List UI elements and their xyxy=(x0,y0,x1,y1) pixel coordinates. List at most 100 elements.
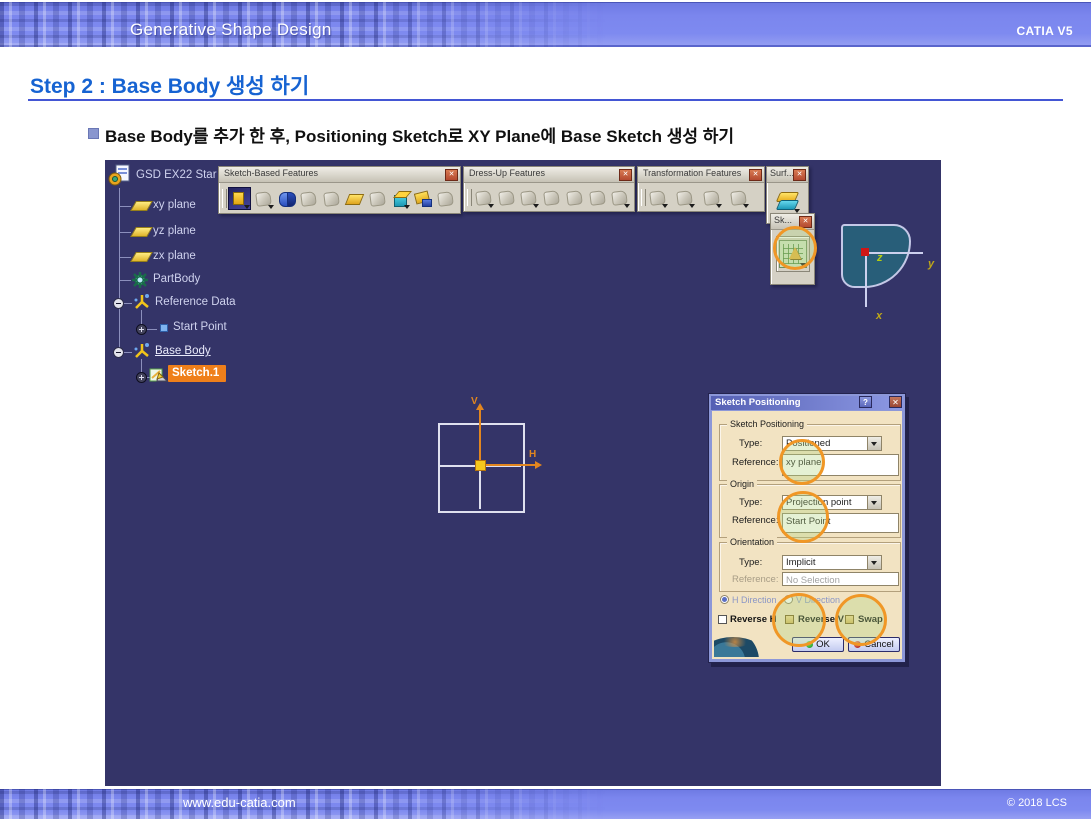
chevron-down-icon[interactable] xyxy=(867,437,881,450)
chevron-down-icon[interactable] xyxy=(867,496,881,509)
translation-icon[interactable] xyxy=(647,187,668,208)
toolbar-title[interactable]: Transformation Features ✕ xyxy=(638,167,764,183)
point-icon[interactable] xyxy=(160,324,168,332)
close-icon[interactable]: ✕ xyxy=(445,169,458,181)
thickness-icon[interactable] xyxy=(564,187,585,208)
reverse-h-checkbox[interactable] xyxy=(718,615,727,624)
mirror-icon[interactable] xyxy=(674,187,695,208)
shaft-icon[interactable] xyxy=(276,188,297,209)
thread-icon[interactable] xyxy=(587,187,608,208)
footer-site-link[interactable]: www.edu-catia.com xyxy=(183,795,296,810)
dropdown-arrow-icon[interactable] xyxy=(716,204,722,208)
toolbar-grip[interactable] xyxy=(222,189,227,208)
solid-combine-icon[interactable] xyxy=(435,188,456,209)
dropdown-arrow-icon[interactable] xyxy=(268,205,274,209)
toolbar-title[interactable]: Surf... ✕ xyxy=(767,167,808,183)
tree-collapse-handle[interactable] xyxy=(113,298,124,309)
rectangular-pattern-icon[interactable] xyxy=(701,187,722,208)
tree-root-label[interactable]: GSD EX22 Star xyxy=(136,169,217,181)
toolbar-grip[interactable] xyxy=(467,189,472,206)
edge-fillet-icon[interactable] xyxy=(473,187,494,208)
highlight-circle-swap xyxy=(835,594,887,646)
toolbar-title-label: Surf... xyxy=(770,168,794,178)
plane-icon[interactable] xyxy=(130,227,153,237)
close-icon[interactable]: ✕ xyxy=(889,396,902,408)
sketch-icon[interactable] xyxy=(149,365,169,385)
dropdown-arrow-icon[interactable] xyxy=(662,204,668,208)
toolbar-title-label: Dress-Up Features xyxy=(469,168,545,178)
tree-child-line xyxy=(141,359,142,373)
bullet-marker xyxy=(88,128,99,139)
tree-stub xyxy=(119,232,131,233)
tree-item-sketch1[interactable]: Sketch.1 xyxy=(172,367,219,379)
tree-stub xyxy=(119,206,131,207)
dropdown-arrow-icon[interactable] xyxy=(488,204,494,208)
reference-label: Reference: xyxy=(732,515,778,526)
part-document-icon[interactable] xyxy=(108,164,131,187)
tree-expand-handle[interactable] xyxy=(136,372,147,383)
h-direction-label: H Direction xyxy=(732,595,777,605)
dropdown-arrow-icon[interactable] xyxy=(624,204,630,208)
reverse-h-label: Reverse H xyxy=(730,614,776,625)
remove-face-icon[interactable] xyxy=(609,187,630,208)
surface-extrude-icon[interactable] xyxy=(774,189,800,213)
shell-icon[interactable] xyxy=(541,187,562,208)
hole-icon[interactable] xyxy=(321,188,342,209)
plane-icon[interactable] xyxy=(130,201,153,211)
dialog-titlebar[interactable]: Sketch Positioning xyxy=(711,396,903,410)
tree-stub xyxy=(124,303,132,304)
orientation-type-select[interactable]: Implicit xyxy=(782,555,882,570)
compass-x-label: x xyxy=(876,310,882,322)
dropdown-arrow-icon[interactable] xyxy=(533,204,539,208)
pad-icon[interactable] xyxy=(228,187,251,210)
geometrical-set-icon[interactable] xyxy=(132,292,152,312)
sketch-origin-point[interactable] xyxy=(475,460,486,471)
h-direction-radio[interactable] xyxy=(720,595,729,604)
selected-value: Implicit xyxy=(786,557,816,568)
help-icon[interactable]: ? xyxy=(859,396,872,408)
tree-item-base-body[interactable]: Base Body xyxy=(155,345,211,357)
orientation-reference-field: No Selection xyxy=(782,572,899,586)
page-title: Step 2 : Base Body 생성 하기 xyxy=(30,70,309,100)
dropdown-arrow-icon[interactable] xyxy=(743,204,749,208)
plane-icon[interactable] xyxy=(130,252,153,262)
close-icon[interactable]: ✕ xyxy=(749,169,762,181)
field-value: No Selection xyxy=(786,575,840,586)
title-underline xyxy=(28,99,1063,101)
tree-item-reference-data[interactable]: Reference Data xyxy=(155,296,236,308)
tree-item-start-point[interactable]: Start Point xyxy=(173,321,227,333)
tree-item-zx-plane[interactable]: zx plane xyxy=(153,250,196,262)
draft-icon[interactable] xyxy=(518,187,539,208)
close-icon[interactable]: ✕ xyxy=(793,169,806,181)
sketch-h-axis xyxy=(481,464,536,466)
tree-trunk-line xyxy=(119,188,120,353)
rib-icon[interactable] xyxy=(344,188,365,209)
pocket-icon[interactable] xyxy=(253,188,274,209)
compass-origin-handle[interactable] xyxy=(861,248,869,256)
tree-expand-handle[interactable] xyxy=(136,324,147,335)
toolbar-grip[interactable] xyxy=(641,189,646,206)
dropdown-arrow-icon[interactable] xyxy=(244,205,250,209)
tree-item-yz-plane[interactable]: yz plane xyxy=(153,225,196,237)
tree-item-partbody[interactable]: PartBody xyxy=(153,273,200,285)
highlight-circle-positioned-sketch xyxy=(773,226,817,270)
geometrical-set-icon[interactable] xyxy=(132,341,152,361)
dropdown-arrow-icon[interactable] xyxy=(689,204,695,208)
body-gear-icon[interactable] xyxy=(130,270,150,290)
toolbar-title-label: Transformation Features xyxy=(643,168,741,178)
chevron-down-icon[interactable] xyxy=(867,556,881,569)
toolbar-title[interactable]: Sketch-Based Features ✕ xyxy=(219,167,460,183)
toolbar-title[interactable]: Dress-Up Features ✕ xyxy=(464,167,634,183)
close-icon[interactable]: ✕ xyxy=(619,169,632,181)
dropdown-arrow-icon[interactable] xyxy=(404,205,410,209)
compass[interactable] xyxy=(841,224,911,288)
chamfer-icon[interactable] xyxy=(496,187,517,208)
slot-icon[interactable] xyxy=(367,188,388,209)
multi-sections-solid-icon[interactable] xyxy=(390,188,411,209)
ok-label: OK xyxy=(816,639,830,650)
scaling-icon[interactable] xyxy=(728,187,749,208)
groove-icon[interactable] xyxy=(298,188,319,209)
tree-item-xy-plane[interactable]: xy plane xyxy=(153,199,196,211)
removed-multi-sections-solid-icon[interactable] xyxy=(412,188,433,209)
tree-collapse-handle[interactable] xyxy=(113,347,124,358)
